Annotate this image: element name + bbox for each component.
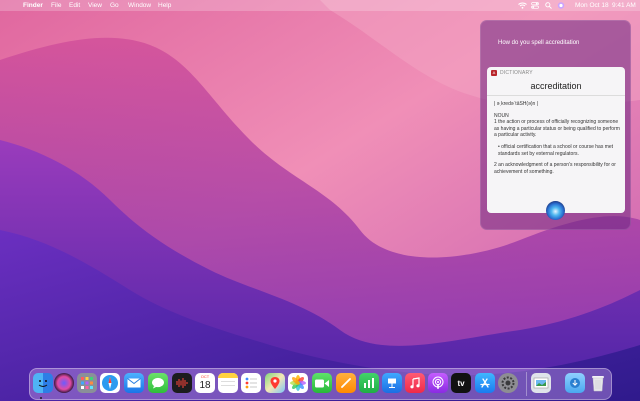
- keynote-icon[interactable]: [382, 373, 402, 393]
- numbers-icon[interactable]: [359, 373, 379, 393]
- menu-bar: Finder File Edit View Go Window Help Mon…: [0, 0, 640, 11]
- menu-file[interactable]: File: [51, 1, 61, 10]
- menu-window[interactable]: Window: [128, 1, 151, 10]
- downloads-folder-icon[interactable]: [565, 373, 585, 393]
- dictionary-header: A DICTIONARY: [491, 70, 533, 76]
- menu-app-finder[interactable]: Finder: [23, 1, 43, 10]
- calendar-day: 18: [199, 380, 211, 391]
- siri-query-text: How do you spell accreditation: [498, 40, 580, 46]
- finder-running-indicator: [40, 397, 42, 399]
- dictionary-label: DICTIONARY: [500, 70, 533, 76]
- trash-icon[interactable]: [588, 373, 608, 393]
- app-store-icon[interactable]: [475, 373, 495, 393]
- wifi-icon[interactable]: [518, 2, 527, 9]
- control-center-icon[interactable]: [531, 2, 539, 9]
- photos-icon[interactable]: [288, 373, 308, 393]
- podcasts-icon[interactable]: [428, 373, 448, 393]
- system-preferences-icon[interactable]: [498, 373, 518, 393]
- music-icon[interactable]: [405, 373, 425, 393]
- maps-icon[interactable]: [265, 373, 285, 393]
- preview-icon[interactable]: [531, 373, 551, 393]
- voice-memos-icon[interactable]: [172, 373, 192, 393]
- siri-icon[interactable]: [54, 373, 74, 393]
- dictionary-word: accreditation: [530, 81, 582, 91]
- tv-icon[interactable]: tv: [451, 373, 471, 393]
- dock-separator: [526, 372, 527, 396]
- facetime-icon[interactable]: [312, 373, 332, 393]
- menubar-time[interactable]: 9:41 AM: [612, 1, 636, 10]
- siri-panel: How do you spell accreditation A DICTION…: [480, 20, 631, 230]
- dictionary-divider: [487, 95, 625, 96]
- dictionary-body: | əˌkredəˈtāSH(ə)n | NOUN 1 the action o…: [494, 101, 622, 180]
- siri-menubar-icon[interactable]: [557, 2, 565, 9]
- siri-orb-icon[interactable]: [546, 201, 565, 220]
- menubar-date[interactable]: Mon Oct 18: [575, 1, 609, 10]
- pages-icon[interactable]: [336, 373, 356, 393]
- messages-icon[interactable]: [148, 373, 168, 393]
- pronunciation: | əˌkredəˈtāSH(ə)n |: [494, 101, 539, 107]
- safari-icon[interactable]: [100, 373, 120, 393]
- definition-1: 1 the action or process of officially re…: [494, 119, 620, 139]
- reminders-icon[interactable]: [241, 373, 261, 393]
- definition-2: 2 an acknowledgment of a person's respon…: [494, 162, 616, 175]
- mail-icon[interactable]: [124, 373, 144, 393]
- tv-label: tv: [457, 378, 465, 388]
- menu-edit[interactable]: Edit: [69, 1, 80, 10]
- menu-go[interactable]: Go: [110, 1, 119, 10]
- calendar-icon[interactable]: OCT 18: [195, 373, 215, 393]
- spotlight-search-icon[interactable]: [545, 2, 552, 9]
- dictionary-book-icon: A: [491, 70, 497, 76]
- part-of-speech: NOUN: [494, 112, 509, 119]
- definition-1-sub: • official certification that a school o…: [498, 143, 614, 157]
- finder-icon[interactable]: [33, 373, 53, 393]
- dictionary-card[interactable]: A DICTIONARY accreditation | əˌkredəˈtāS…: [487, 67, 625, 213]
- notes-icon[interactable]: [218, 373, 238, 393]
- menu-view[interactable]: View: [88, 1, 102, 10]
- menu-help[interactable]: Help: [158, 1, 171, 10]
- launchpad-icon[interactable]: [77, 373, 97, 393]
